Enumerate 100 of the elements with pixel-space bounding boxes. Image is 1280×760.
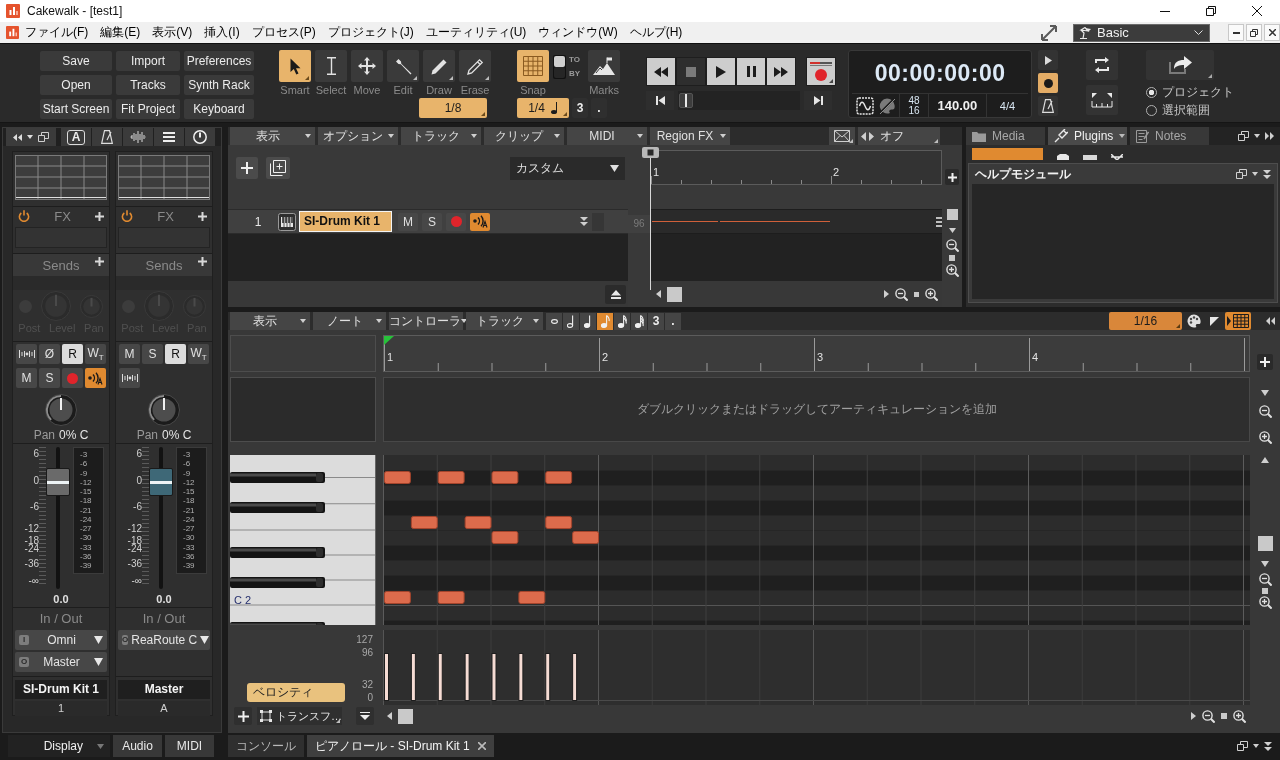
triplet-button[interactable]: 3 <box>648 312 664 330</box>
view-tab[interactable]: Audio <box>113 735 162 757</box>
strip-toggle-button[interactable] <box>119 368 140 388</box>
strip-toggle-button[interactable]: M <box>119 344 140 364</box>
slider-thumb[interactable] <box>679 93 694 108</box>
velocity-bar[interactable] <box>464 653 470 701</box>
strip-toggle-button[interactable] <box>62 368 83 388</box>
midi-note[interactable] <box>384 591 411 604</box>
quick-button[interactable]: Fit Project <box>116 99 180 119</box>
automation-lane-button[interactable] <box>829 127 855 145</box>
resize-arrows-icon[interactable] <box>1040 23 1058 42</box>
metronome-button[interactable] <box>92 128 122 146</box>
triangle-down-icon[interactable] <box>1253 744 1259 748</box>
dotted-button[interactable]: . <box>665 312 681 330</box>
triangle-down-icon[interactable] <box>1254 134 1260 138</box>
controller-type-button[interactable]: ベロシティ <box>247 683 345 702</box>
double-triangle-down-icon[interactable] <box>580 217 588 226</box>
route-dropdown[interactable]: I Omni <box>15 630 107 650</box>
triangle-up-icon[interactable] <box>1261 457 1269 463</box>
playhead-handle[interactable] <box>642 147 659 158</box>
add-lane-button[interactable] <box>945 169 959 185</box>
plus-icon[interactable] <box>95 211 104 221</box>
transport-button[interactable] <box>736 57 767 86</box>
view-menu[interactable]: 表示 <box>230 312 310 330</box>
piano-keyboard[interactable] <box>230 455 376 625</box>
tool-button[interactable] <box>387 50 419 82</box>
radio-button[interactable] <box>1146 86 1158 98</box>
transport-button[interactable] <box>706 57 737 86</box>
view-menu[interactable]: Region FX <box>650 127 730 145</box>
tool-button[interactable] <box>423 50 455 82</box>
view-tab[interactable]: MIDI <box>165 735 214 757</box>
menu-item[interactable]: 編集(E) <box>94 23 147 42</box>
velocity-bar[interactable] <box>572 653 578 701</box>
velocity-bar[interactable] <box>491 653 497 701</box>
strip-toggle-button[interactable] <box>85 368 106 388</box>
view-menu[interactable]: トラック <box>466 312 543 330</box>
menu-item[interactable]: ファイル(F) <box>19 23 95 42</box>
browser-tab[interactable]: Notes <box>1130 127 1209 145</box>
track-toggle-button[interactable] <box>470 212 490 231</box>
grid-toggle-button[interactable] <box>1225 312 1251 330</box>
workspace-dropdown[interactable]: Basic <box>1073 23 1210 42</box>
browser-tab[interactable]: Plugins <box>1048 127 1127 145</box>
palette-crossed-icon[interactable] <box>877 96 896 115</box>
note-duration-button[interactable] <box>580 312 596 330</box>
transport-toggle[interactable] <box>1038 73 1059 93</box>
document-tab[interactable]: コンソール <box>228 735 304 757</box>
snap-mode-switch[interactable] <box>553 55 566 79</box>
zoom-in-icon[interactable] <box>1233 709 1246 723</box>
view-dropdown[interactable]: Display <box>8 735 110 757</box>
zoom-out-icon[interactable] <box>945 239 959 252</box>
midi-note[interactable] <box>545 471 573 484</box>
windows-icon[interactable] <box>1238 131 1249 141</box>
switch-position[interactable] <box>554 56 565 67</box>
quick-button[interactable]: Tracks <box>116 75 180 95</box>
switch-position[interactable] <box>554 67 565 78</box>
note-duration-button[interactable] <box>563 312 579 330</box>
quick-button[interactable]: Keyboard <box>184 99 254 119</box>
triangle-left-icon[interactable] <box>656 290 661 298</box>
zoom-thumb[interactable] <box>1221 713 1227 719</box>
quick-button[interactable]: Synth Rack <box>184 75 254 95</box>
note-duration-button[interactable] <box>546 312 562 330</box>
fader-thumb[interactable] <box>46 468 70 496</box>
double-triangle-down-icon[interactable] <box>1263 169 1271 179</box>
velocity-bar[interactable] <box>545 653 551 701</box>
position-slider[interactable] <box>678 91 801 110</box>
menu-item[interactable]: ユーティリティ(U) <box>419 23 533 42</box>
transport-toggle[interactable] <box>1038 96 1059 116</box>
radio-button[interactable] <box>1146 104 1158 116</box>
automation-mode-dropdown[interactable]: オフ <box>858 127 940 145</box>
track-name-field[interactable]: SI-Drum Kit 1 <box>300 212 391 231</box>
plus-icon[interactable] <box>198 257 207 266</box>
windows-icon[interactable] <box>1237 741 1248 751</box>
velocity-bar[interactable] <box>384 653 389 701</box>
menu-item[interactable]: プロジェクト(J) <box>321 23 420 42</box>
view-menu[interactable]: オプション <box>318 127 398 145</box>
tempo-value[interactable]: 140.00 <box>937 98 978 113</box>
power-button[interactable] <box>185 128 215 146</box>
power-icon[interactable] <box>18 210 30 222</box>
add-lane-button[interactable] <box>1257 354 1273 370</box>
quick-button[interactable]: Save <box>40 51 112 71</box>
zoom-thumb[interactable] <box>914 291 919 297</box>
volume-fader[interactable] <box>46 447 70 589</box>
windows-icon[interactable] <box>1236 169 1247 179</box>
plugin-glyph-icon[interactable] <box>1111 154 1123 160</box>
view-menu[interactable]: ノート <box>313 312 386 330</box>
view-menu[interactable]: トラック <box>401 127 481 145</box>
console-options-button[interactable] <box>6 128 56 146</box>
pan-knob[interactable] <box>45 394 77 426</box>
triangle-right-icon[interactable] <box>1191 712 1196 720</box>
export-button[interactable] <box>1146 50 1215 80</box>
velocity-bar[interactable] <box>410 653 416 701</box>
triangle-down-icon[interactable] <box>1261 390 1269 396</box>
view-menu[interactable]: 表示 <box>230 127 315 145</box>
route-dropdown[interactable]: O Master <box>15 652 107 672</box>
triangle-down-icon[interactable] <box>1261 561 1269 567</box>
zoom-out-icon[interactable] <box>1258 405 1272 418</box>
tool-button[interactable] <box>459 50 491 82</box>
menu-button[interactable] <box>154 128 184 146</box>
track-toggle-button[interactable]: S <box>422 212 442 231</box>
menu-item[interactable]: 挿入(I) <box>198 23 246 42</box>
